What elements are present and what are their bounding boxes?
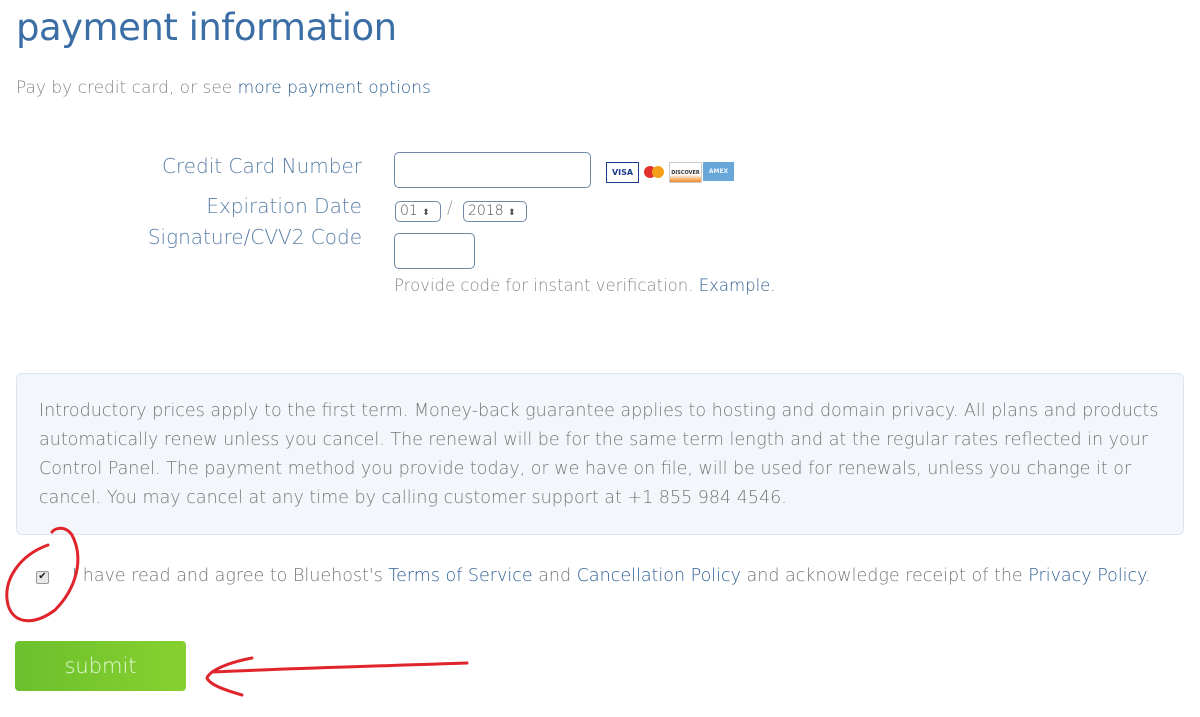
amex-icon: AMEX bbox=[703, 162, 734, 181]
cvv-input[interactable] bbox=[394, 233, 475, 269]
cancellation-policy-link[interactable]: Cancellation Policy bbox=[577, 566, 741, 586]
credit-card-input[interactable] bbox=[394, 152, 591, 188]
cvv-help-text: Provide code for instant verification. bbox=[394, 276, 699, 295]
cvv-help: Provide code for instant verification. E… bbox=[394, 276, 776, 295]
agree-t4: . bbox=[1145, 566, 1151, 586]
exp-label: Expiration Date bbox=[206, 194, 362, 218]
updown-icon: ⬍ bbox=[508, 208, 516, 218]
exp-separator: / bbox=[447, 198, 453, 218]
agree-t2: and bbox=[532, 566, 577, 586]
updown-icon: ⬍ bbox=[422, 208, 430, 218]
exp-month-value: 01 bbox=[400, 203, 418, 219]
visa-icon: VISA bbox=[606, 162, 639, 183]
exp-year-select[interactable]: 2018 ⬍ bbox=[463, 201, 527, 222]
example-link[interactable]: Example. bbox=[699, 276, 776, 295]
cvv-label: Signature/CVV2 Code bbox=[147, 225, 362, 249]
more-payment-options-link[interactable]: more payment options bbox=[238, 78, 431, 98]
exp-month-select[interactable]: 01 ⬍ bbox=[395, 201, 441, 222]
card-logos: VISA DISCOVER AMEX bbox=[606, 162, 734, 183]
cc-label: Credit Card Number bbox=[162, 154, 362, 178]
annotation-overlay bbox=[5, 526, 469, 697]
renewal-notice: Introductory prices apply to the first t… bbox=[16, 373, 1184, 535]
agree-t3: and acknowledge receipt of the bbox=[740, 566, 1029, 586]
intro-label: Pay by credit card, or see bbox=[16, 78, 238, 98]
discover-icon: DISCOVER bbox=[669, 162, 702, 183]
privacy-policy-link[interactable]: Privacy Policy bbox=[1028, 566, 1145, 586]
mastercard-icon bbox=[640, 162, 668, 181]
red-arrow-annotation bbox=[205, 656, 469, 697]
intro-text: Pay by credit card, or see more payment … bbox=[16, 78, 431, 98]
red-circle-annotation bbox=[5, 526, 80, 623]
exp-year-value: 2018 bbox=[468, 203, 504, 219]
page-title: payment information bbox=[16, 6, 397, 49]
